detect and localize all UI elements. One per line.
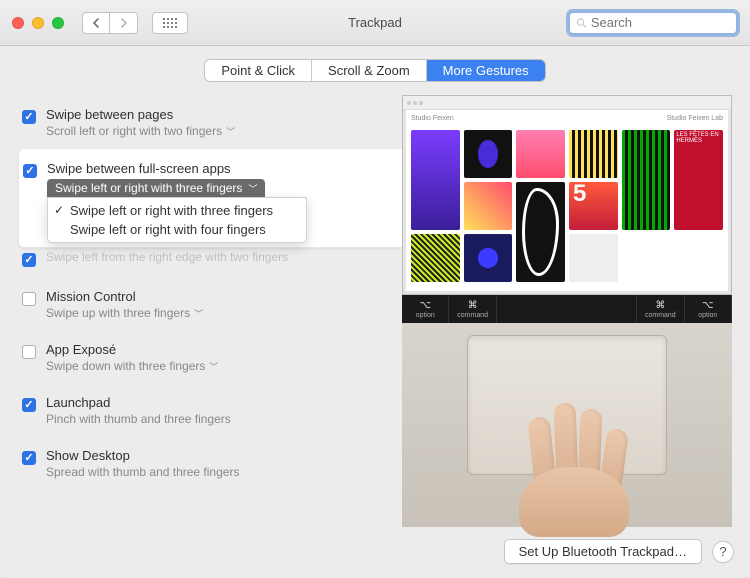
preview-trackpad-area xyxy=(402,323,732,527)
option-subtitle: Swipe left from the right edge with two … xyxy=(46,250,288,264)
window-title: Trackpad xyxy=(348,15,402,30)
chevron-down-icon: ﹀ xyxy=(209,360,218,373)
option-title: Mission Control xyxy=(46,289,203,304)
preview-page-title-left: Studio Feixen xyxy=(411,115,454,122)
option-subtitle: Pinch with thumb and three fingers xyxy=(46,412,231,426)
chevron-down-icon: ﹀ xyxy=(226,125,235,138)
tab-bar: Point & Click Scroll & Zoom More Gesture… xyxy=(0,46,750,87)
dropdown-item-four-fingers[interactable]: Swipe left or right with four fingers xyxy=(48,220,306,239)
gesture-options-list: Swipe between pages Scroll left or right… xyxy=(18,95,384,527)
option-mission-control[interactable]: Mission Control Swipe up with three fing… xyxy=(18,277,384,330)
search-icon xyxy=(576,17,587,29)
option-swipe-pages[interactable]: Swipe between pages Scroll left or right… xyxy=(18,95,384,148)
nav-buttons xyxy=(82,12,138,34)
minimize-window-button[interactable] xyxy=(32,17,44,29)
chevron-right-icon xyxy=(120,18,128,28)
chevron-down-icon: ﹀ xyxy=(248,182,257,195)
checkbox-notification-center[interactable] xyxy=(22,253,36,267)
window-controls xyxy=(12,17,64,29)
option-notification-center[interactable]: Swipe left from the right edge with two … xyxy=(18,246,384,277)
checkbox-show-desktop[interactable] xyxy=(22,451,36,465)
option-title: Launchpad xyxy=(46,395,231,410)
option-subtitle-dropdown[interactable]: Scroll left or right with two fingers ﹀ xyxy=(46,124,235,138)
option-subtitle-dropdown[interactable]: Swipe up with three fingers ﹀ xyxy=(46,306,203,320)
titlebar: Trackpad xyxy=(0,0,750,46)
grid-icon xyxy=(163,18,177,28)
option-title: Swipe between full-screen apps xyxy=(47,161,307,176)
checkbox-swipe-fullscreen[interactable] xyxy=(23,164,37,178)
option-show-desktop[interactable]: Show Desktop Spread with thumb and three… xyxy=(18,436,384,489)
help-button[interactable]: ? xyxy=(712,541,734,563)
show-all-button[interactable] xyxy=(152,12,188,34)
checkbox-swipe-pages[interactable] xyxy=(22,110,36,124)
option-swipe-fullscreen[interactable]: Swipe between full-screen apps Swipe lef… xyxy=(18,148,402,248)
setup-bluetooth-button[interactable]: Set Up Bluetooth Trackpad… xyxy=(504,539,702,564)
chevron-left-icon xyxy=(92,18,100,28)
gesture-preview: Studio Feixen Studio Feixen Lab LES FÊTE… xyxy=(402,95,732,527)
checkbox-app-expose[interactable] xyxy=(22,345,36,359)
preview-keyboard: ⌥option ⌘command ⌘command ⌥option xyxy=(402,295,732,323)
option-subtitle: Spread with thumb and three fingers xyxy=(46,465,239,479)
option-title: App Exposé xyxy=(46,342,218,357)
chevron-down-icon: ﹀ xyxy=(194,307,203,320)
content-area: Swipe between pages Scroll left or right… xyxy=(0,87,750,527)
poster-tile: LES FÊTES EN HERMÈS xyxy=(674,130,723,230)
option-title: Show Desktop xyxy=(46,448,239,463)
checkbox-launchpad[interactable] xyxy=(22,398,36,412)
close-window-button[interactable] xyxy=(12,17,24,29)
search-input[interactable] xyxy=(591,15,730,30)
tab-scroll-zoom[interactable]: Scroll & Zoom xyxy=(312,60,427,81)
preview-page-title-right: Studio Feixen Lab xyxy=(667,115,723,122)
zoom-window-button[interactable] xyxy=(52,17,64,29)
forward-button[interactable] xyxy=(110,12,138,34)
dropdown-selected-display[interactable]: Swipe left or right with three fingers ﹀ xyxy=(47,179,265,197)
tab-point-click[interactable]: Point & Click xyxy=(205,60,312,81)
option-subtitle-dropdown[interactable]: Swipe down with three fingers ﹀ xyxy=(46,359,218,373)
back-button[interactable] xyxy=(82,12,110,34)
preview-screen: Studio Feixen Studio Feixen Lab LES FÊTE… xyxy=(402,95,732,295)
dropdown-menu: Swipe left or right with three fingers S… xyxy=(47,197,307,243)
preview-hand xyxy=(509,417,639,537)
option-launchpad[interactable]: Launchpad Pinch with thumb and three fin… xyxy=(18,383,384,436)
checkbox-mission-control[interactable] xyxy=(22,292,36,306)
preferences-window: Trackpad Point & Click Scroll & Zoom Mor… xyxy=(0,0,750,578)
preview-gallery: LES FÊTES EN HERMÈS xyxy=(403,126,731,286)
option-app-expose[interactable]: App Exposé Swipe down with three fingers… xyxy=(18,330,384,383)
search-field[interactable] xyxy=(568,11,738,35)
option-title: Swipe between pages xyxy=(46,107,235,122)
dropdown-item-three-fingers[interactable]: Swipe left or right with three fingers xyxy=(48,201,306,220)
tab-more-gestures[interactable]: More Gestures xyxy=(427,60,545,81)
